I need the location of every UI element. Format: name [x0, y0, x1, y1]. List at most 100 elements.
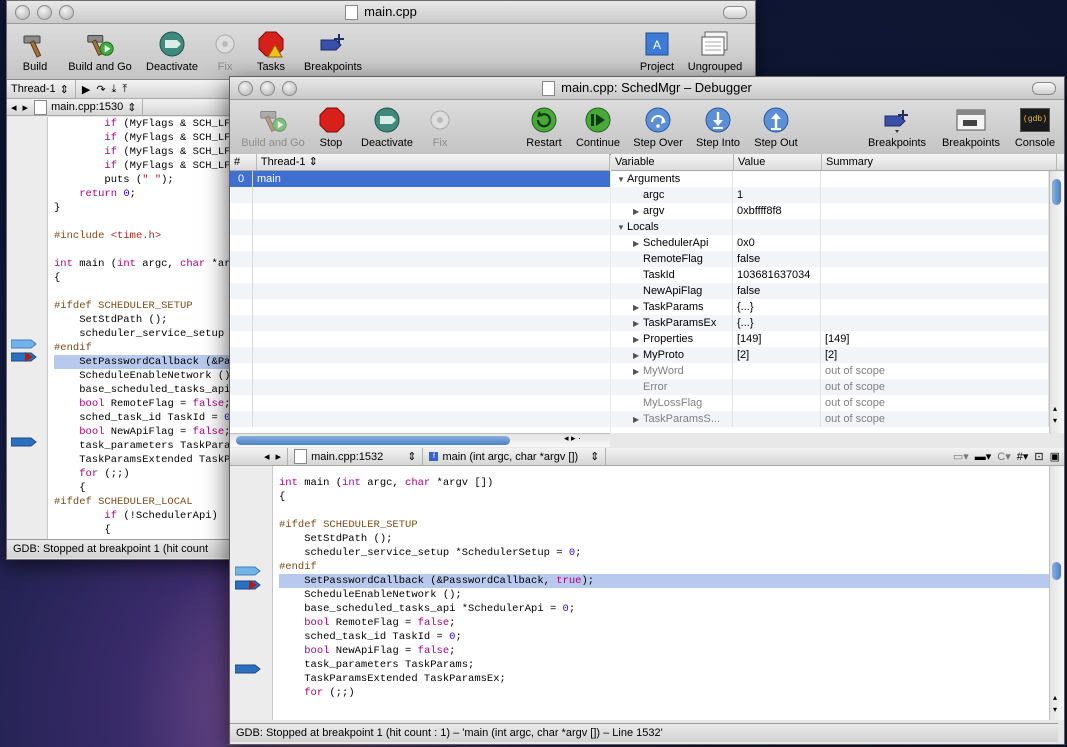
disclosure-closed-icon[interactable]: ▶: [633, 332, 643, 347]
variable-summary[interactable]: [2]: [821, 347, 1049, 363]
variable-row[interactable]: Error out of scope: [611, 379, 1049, 395]
restart-button[interactable]: Restart: [522, 106, 566, 149]
forward-arrow-icon[interactable]: ▸: [23, 101, 29, 114]
breakpoints-popup-icon[interactable]: ▬▾: [975, 450, 992, 463]
variable-summary[interactable]: [149]: [821, 331, 1049, 347]
variable-row[interactable]: ▶ TaskParamsEx {...}: [611, 315, 1049, 331]
code-line[interactable]: int main (int argc, char *argv []): [279, 476, 1049, 490]
debugger-code-editor[interactable]: int main (int argc, char *argv []){ #ifd…: [273, 466, 1049, 720]
variable-row[interactable]: ▼ Arguments: [611, 171, 1049, 187]
disclosure-closed-icon[interactable]: ▶: [633, 412, 643, 427]
code-line[interactable]: scheduler_service_setup *SchedulerSetup …: [279, 546, 1049, 560]
scrollbar-thumb[interactable]: [1052, 562, 1061, 580]
code-line[interactable]: bool RemoteFlag = false;: [279, 616, 1049, 630]
step-out-button[interactable]: Step Out: [750, 106, 802, 149]
code-line[interactable]: ScheduleEnableNetwork ();: [279, 588, 1049, 602]
variable-row[interactable]: RemoteFlag false: [611, 251, 1049, 267]
current-line[interactable]: SetPasswordCallback (&PasswordCallback, …: [279, 574, 1049, 588]
code-line[interactable]: #endif: [279, 560, 1049, 574]
variable-value[interactable]: false: [733, 251, 821, 267]
console-button[interactable]: (gdb) Console: [1010, 106, 1060, 149]
variable-summary[interactable]: [821, 283, 1049, 299]
ungrouped-button[interactable]: Ungrouped: [683, 30, 747, 73]
variable-row[interactable]: NewApiFlag false: [611, 283, 1049, 299]
variable-value[interactable]: false: [733, 283, 821, 299]
variable-summary[interactable]: [821, 219, 1049, 235]
code-line[interactable]: SetStdPath ();: [279, 532, 1049, 546]
build-button[interactable]: Build: [13, 30, 57, 73]
code-line[interactable]: task_parameters TaskParams;: [279, 658, 1049, 672]
scroll-arrows-icon[interactable]: ▴ ▾: [1053, 403, 1057, 427]
summary-column-header[interactable]: Summary: [822, 154, 1057, 170]
disclosure-closed-icon[interactable]: ▶: [633, 316, 643, 331]
forward-arrow-icon[interactable]: ▸: [276, 450, 282, 463]
variable-value[interactable]: [733, 363, 821, 379]
variable-value[interactable]: 0xbffff8f8: [733, 203, 821, 219]
variable-value[interactable]: 103681637034: [733, 267, 821, 283]
function-popup[interactable]: f main (int argc, char *argv []) ⇕: [429, 447, 607, 466]
scrollbar-thumb[interactable]: [1052, 179, 1061, 205]
breakpoints-window-button[interactable]: Breakpoints: [936, 106, 1006, 149]
breakpoint-current-icon[interactable]: [10, 352, 37, 362]
fix-button[interactable]: Fix: [424, 106, 456, 149]
variable-row[interactable]: ▶ Properties [149] [149]: [611, 331, 1049, 347]
variable-summary[interactable]: [821, 251, 1049, 267]
code-line[interactable]: TaskParamsExtended TaskParamsEx;: [279, 672, 1049, 686]
variable-value[interactable]: [2]: [733, 347, 821, 363]
variable-value[interactable]: [733, 171, 821, 187]
variable-summary[interactable]: out of scope: [821, 379, 1049, 395]
class-hierarchy-icon[interactable]: C▾: [997, 450, 1010, 463]
variables-table[interactable]: ▼ Arguments argc 1 ▶ argv 0xbffff8f8 ▼ Locals ▶ Sc…: [611, 171, 1049, 433]
toolbar-toggle-button[interactable]: [723, 6, 747, 19]
variables-vertical-scrollbar[interactable]: ▴ ▾: [1049, 171, 1064, 433]
scroll-arrows-icon[interactable]: ◂ ▸ ·: [564, 433, 581, 444]
toolbar-toggle-button[interactable]: [1032, 82, 1056, 95]
variable-summary[interactable]: [821, 235, 1049, 251]
breakpoint-icon[interactable]: [10, 437, 37, 447]
thread-row[interactable]: 0 main: [230, 171, 610, 187]
scroll-arrows-icon[interactable]: ▴ ▾: [1053, 692, 1057, 716]
fix-button[interactable]: Fix: [207, 30, 243, 73]
variable-row[interactable]: argc 1: [611, 187, 1049, 203]
variable-row[interactable]: TaskId 103681637034: [611, 267, 1049, 283]
variable-summary[interactable]: [821, 267, 1049, 283]
threads-table[interactable]: 0 main: [230, 171, 610, 433]
zoom-button[interactable]: [59, 5, 74, 20]
variable-row[interactable]: ▶ argv 0xbffff8f8: [611, 203, 1049, 219]
variable-value[interactable]: 1: [733, 187, 821, 203]
continue-button[interactable]: Continue: [570, 106, 626, 149]
close-button[interactable]: [238, 81, 253, 96]
variable-summary[interactable]: out of scope: [821, 411, 1049, 427]
variable-value[interactable]: [733, 411, 821, 427]
bookmarks-icon[interactable]: ▭▾: [953, 450, 969, 463]
variable-value[interactable]: [149]: [733, 331, 821, 347]
breakpoint-current-icon[interactable]: [234, 580, 261, 590]
build-and-go-button[interactable]: Build and Go: [63, 30, 137, 73]
thread-name-column-header[interactable]: Thread-1 ⇕: [257, 154, 610, 170]
code-line[interactable]: base_scheduled_tasks_api *SchedulerApi =…: [279, 602, 1049, 616]
back-arrow-icon[interactable]: ◂: [264, 450, 270, 463]
file-popup[interactable]: main.cpp:1532 ⇕: [287, 447, 424, 466]
close-button[interactable]: [15, 5, 30, 20]
code-line[interactable]: sched_task_id TaskId = 0;: [279, 630, 1049, 644]
variable-summary[interactable]: [821, 203, 1049, 219]
deactivate-button[interactable]: Deactivate: [356, 106, 418, 149]
disclosure-closed-icon[interactable]: ▶: [633, 204, 643, 219]
title-bar[interactable]: main.cpp: [7, 1, 755, 24]
variable-summary[interactable]: out of scope: [821, 363, 1049, 379]
step-over-button[interactable]: Step Over: [630, 106, 686, 149]
include-popup-icon[interactable]: #▾: [1017, 450, 1029, 463]
variable-summary[interactable]: [821, 187, 1049, 203]
variable-row[interactable]: ▶ SchedulerApi 0x0: [611, 235, 1049, 251]
step-over-small-icon[interactable]: ↷: [96, 83, 105, 96]
minimize-button[interactable]: [37, 5, 52, 20]
tasks-button[interactable]: Tasks: [251, 30, 291, 73]
variable-value[interactable]: [733, 219, 821, 235]
variable-summary[interactable]: [821, 315, 1049, 331]
variable-row[interactable]: MyLossFlag out of scope: [611, 395, 1049, 411]
editor-vertical-scrollbar[interactable]: ▴ ▾: [1049, 466, 1064, 720]
variable-summary[interactable]: [821, 171, 1049, 187]
variable-value[interactable]: [733, 379, 821, 395]
variable-summary[interactable]: out of scope: [821, 395, 1049, 411]
variable-column-header[interactable]: Variable: [611, 154, 734, 170]
